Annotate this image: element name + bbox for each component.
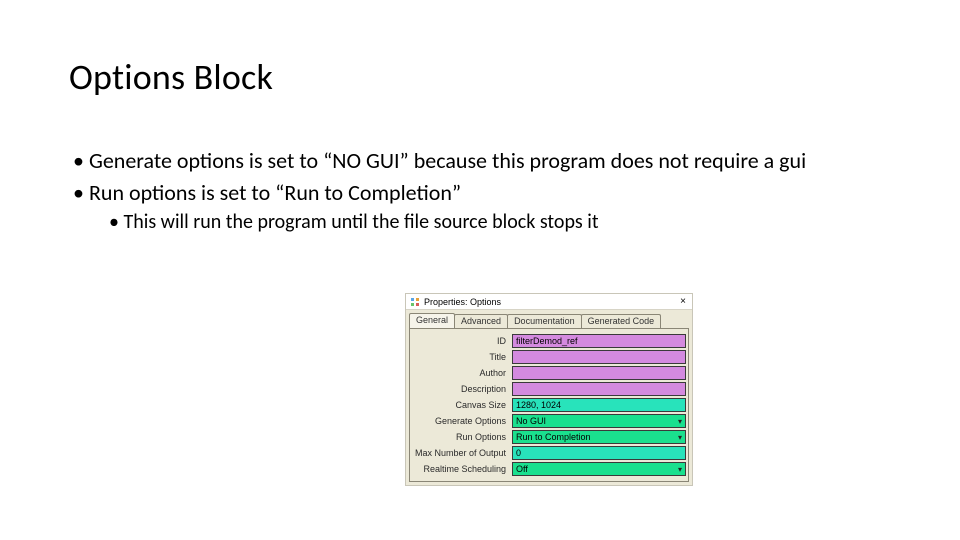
prop-row-canvas-size: Canvas Size 1280, 1024 <box>410 397 688 413</box>
slide-title: Options Block <box>69 55 273 99</box>
prop-label: ID <box>410 333 512 349</box>
max-output-field[interactable]: 0 <box>512 446 686 460</box>
dialog-titlebar: Properties: Options × <box>406 294 692 310</box>
realtime-select[interactable]: Off ▾ <box>512 462 686 476</box>
prop-label: Canvas Size <box>410 397 512 413</box>
bullet-subitem: This will run the program until the file… <box>105 210 899 235</box>
tab-strip: General Advanced Documentation Generated… <box>406 310 692 328</box>
dialog-title: Properties: Options <box>424 297 501 307</box>
prop-row-max-output: Max Number of Output 0 <box>410 445 688 461</box>
prop-label: Title <box>410 349 512 365</box>
prop-row-generate-options: Generate Options No GUI ▾ <box>410 413 688 429</box>
chevron-down-icon: ▾ <box>678 433 682 442</box>
title-field[interactable] <box>512 350 686 364</box>
id-field[interactable]: filterDemod_ref <box>512 334 686 348</box>
prop-row-author: Author <box>410 365 688 381</box>
tab-panel-general: ID filterDemod_ref Title Author Descript… <box>409 328 689 482</box>
description-field[interactable] <box>512 382 686 396</box>
generate-options-select[interactable]: No GUI ▾ <box>512 414 686 428</box>
tab-generated-code[interactable]: Generated Code <box>581 314 662 328</box>
bullet-item: Generate options is set to “NO GUI” beca… <box>69 147 899 175</box>
chevron-down-icon: ▾ <box>678 417 682 426</box>
prop-label: Author <box>410 365 512 381</box>
app-icon <box>410 297 420 307</box>
bullet-item: Run options is set to “Run to Completion… <box>69 179 899 207</box>
tab-general[interactable]: General <box>409 313 455 328</box>
tab-advanced[interactable]: Advanced <box>454 314 508 328</box>
prop-row-id: ID filterDemod_ref <box>410 333 688 349</box>
tab-documentation[interactable]: Documentation <box>507 314 582 328</box>
dialog-title-left: Properties: Options <box>410 297 501 307</box>
properties-dialog: Properties: Options × General Advanced D… <box>405 293 693 486</box>
prop-label: Max Number of Output <box>410 445 512 461</box>
prop-row-realtime: Realtime Scheduling Off ▾ <box>410 461 688 477</box>
select-value: Off <box>516 464 528 474</box>
slide: Options Block Generate options is set to… <box>0 0 960 540</box>
close-icon[interactable]: × <box>678 297 688 307</box>
select-value: Run to Completion <box>516 432 591 442</box>
prop-label: Generate Options <box>410 413 512 429</box>
prop-label: Description <box>410 381 512 397</box>
chevron-down-icon: ▾ <box>678 465 682 474</box>
select-value: No GUI <box>516 416 546 426</box>
prop-row-description: Description <box>410 381 688 397</box>
bullet-list: Generate options is set to “NO GUI” beca… <box>69 147 899 235</box>
author-field[interactable] <box>512 366 686 380</box>
run-options-select[interactable]: Run to Completion ▾ <box>512 430 686 444</box>
prop-row-run-options: Run Options Run to Completion ▾ <box>410 429 688 445</box>
prop-row-title: Title <box>410 349 688 365</box>
canvas-size-field[interactable]: 1280, 1024 <box>512 398 686 412</box>
prop-label: Realtime Scheduling <box>410 461 512 477</box>
prop-label: Run Options <box>410 429 512 445</box>
